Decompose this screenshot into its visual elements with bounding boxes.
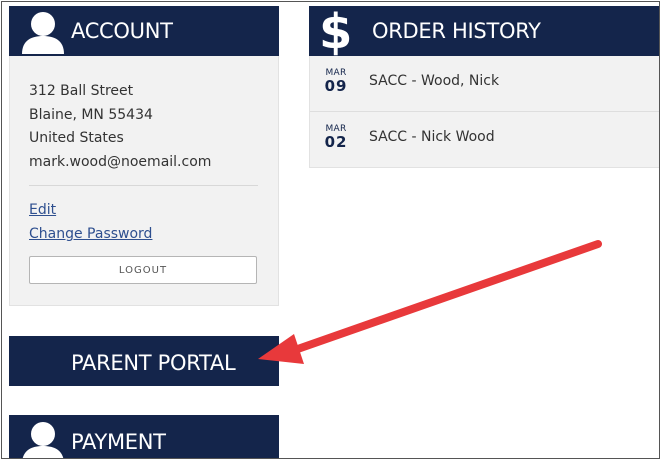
screenshot-frame: ACCOUNT 312 Ball Street Blaine, MN 55434… [1, 1, 660, 459]
annotation-arrow [258, 240, 602, 364]
